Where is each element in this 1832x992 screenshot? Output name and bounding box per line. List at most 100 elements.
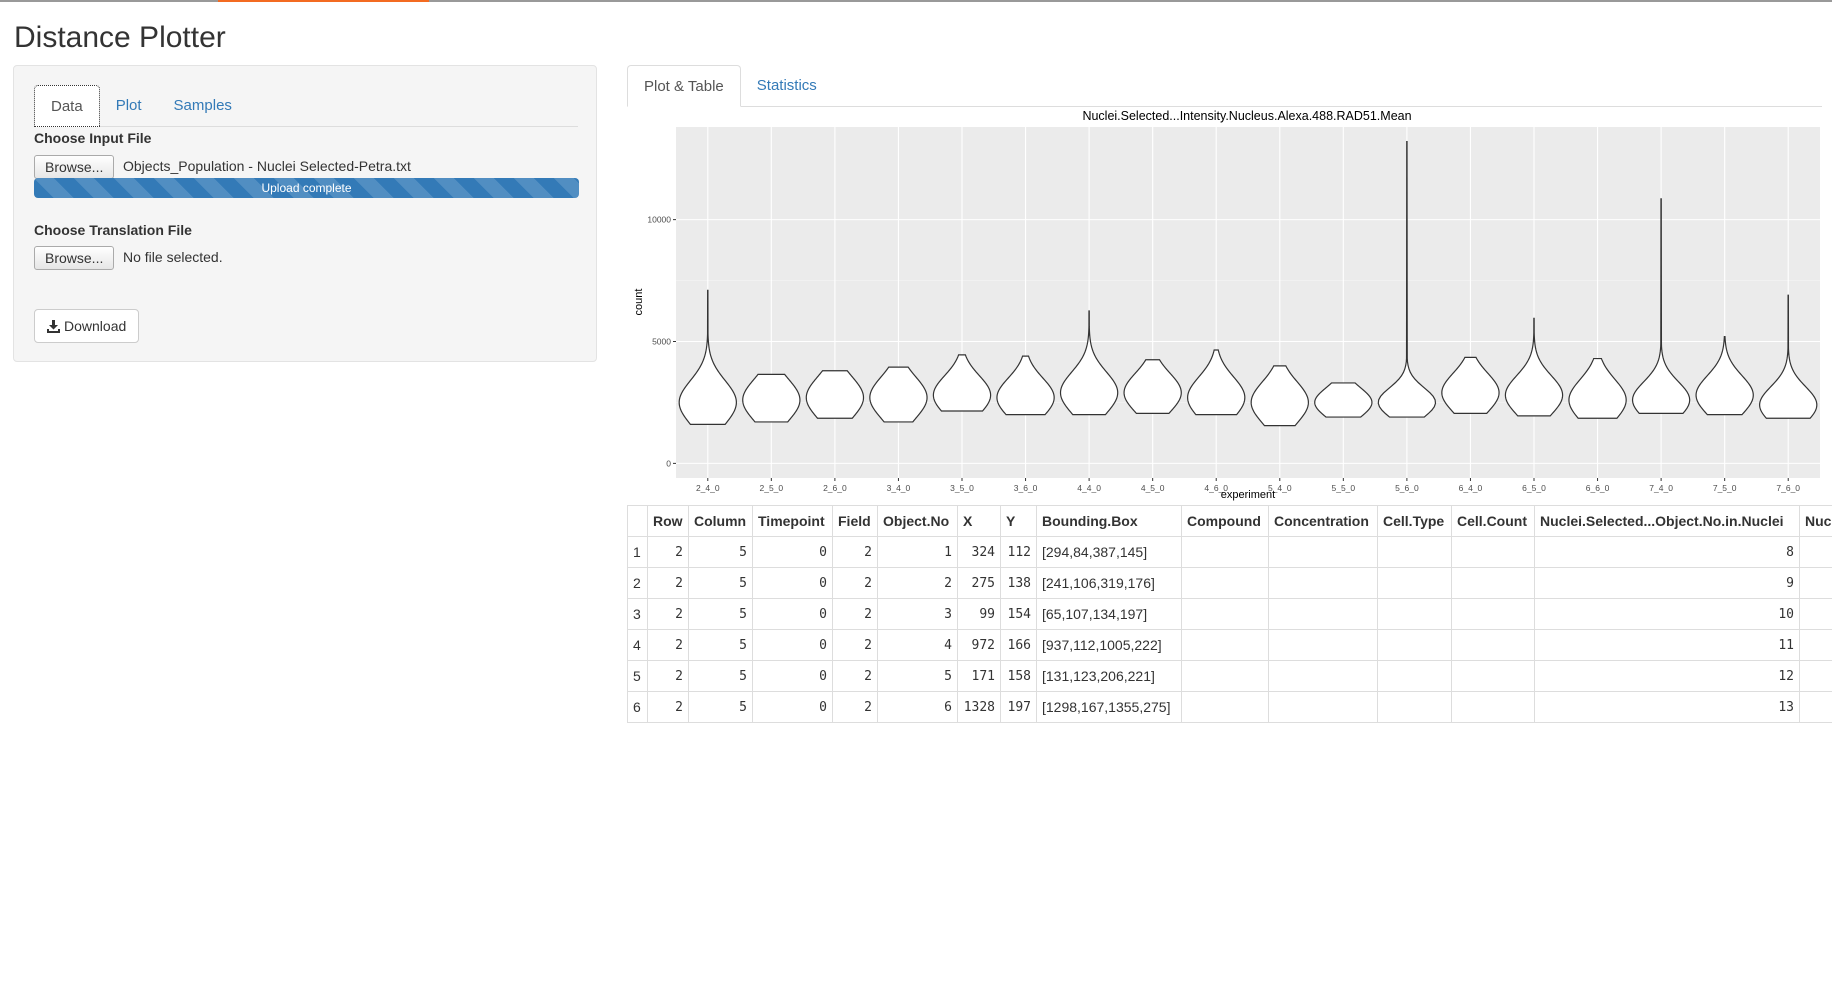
x-tick-label: 5_6_0 (1395, 483, 1419, 493)
x-tick-label: 5_5_0 (1332, 483, 1356, 493)
table-cell: 324 (957, 536, 1001, 568)
data-table-container: Row Column Timepoint Field Object.No X Y Boundi… (627, 505, 1832, 725)
column-header[interactable]: Timepoint (752, 505, 833, 537)
table-cell: 2 (647, 536, 689, 568)
table-cell: 4 (877, 629, 958, 661)
table-cell (1451, 567, 1535, 599)
table-cell: 1 (627, 536, 648, 568)
column-header[interactable]: Object.No (877, 505, 958, 537)
table-row[interactable]: 3 2 5 0 2 3 99 154 [65,107,134,197] 10 (627, 598, 1832, 630)
table-cell (1799, 598, 1832, 630)
table-row[interactable]: 2 2 5 0 2 2 275 138 [241,106,319,176] 9 (627, 567, 1832, 599)
table-cell: 6 (627, 691, 648, 723)
table-cell: 8 (1534, 536, 1800, 568)
column-header[interactable]: Concentration (1268, 505, 1378, 537)
table-cell (1451, 691, 1535, 723)
table-cell: 5 (688, 691, 753, 723)
column-header[interactable]: Cell.Type (1377, 505, 1452, 537)
table-cell: 275 (957, 567, 1001, 599)
table-cell: 12 (1534, 660, 1800, 692)
input-browse-button[interactable]: Browse... (34, 155, 115, 179)
x-tick-label: 4_4_0 (1077, 483, 1101, 493)
column-header[interactable]: Nuclei.Selected...Object.No.in.Nuclei (1534, 505, 1800, 537)
x-tick-label: 2_6_0 (823, 483, 847, 493)
translation-browse-button[interactable]: Browse... (34, 246, 115, 270)
table-cell: 2 (647, 567, 689, 599)
table-cell: [937,112,1005,222] (1036, 629, 1182, 661)
table-cell (1268, 567, 1378, 599)
tab-plot[interactable]: Plot (100, 85, 158, 126)
table-cell (1181, 691, 1269, 723)
input-filename: Objects_Population - Nuclei Selected-Pet… (123, 158, 411, 174)
table-row[interactable]: 6 2 5 0 2 6 1328 197 [1298,167,1355,275] 13 (627, 691, 1832, 723)
table-body: 1 2 5 0 2 1 324 112 [294,84,387,145] 8 2 2 5 0 2 2 275 13… (627, 536, 1832, 723)
download-label: Download (64, 318, 127, 334)
download-icon (47, 319, 60, 333)
column-header[interactable]: Row (647, 505, 689, 537)
table-cell (1451, 598, 1535, 630)
y-tick-label: 0 (666, 458, 671, 468)
table-cell: 0 (752, 691, 833, 723)
table-header-row: Row Column Timepoint Field Object.No X Y Boundi… (627, 505, 1832, 537)
table-cell: 112 (1000, 536, 1037, 568)
table-cell: 2 (832, 691, 878, 723)
table-cell (1377, 536, 1452, 568)
table-cell: 171 (957, 660, 1001, 692)
table-cell: 3 (877, 598, 958, 630)
column-header[interactable]: X (957, 505, 1001, 537)
column-header[interactable]: Y (1000, 505, 1037, 537)
table-cell: 0 (752, 660, 833, 692)
table-cell (1799, 660, 1832, 692)
table-cell (1181, 598, 1269, 630)
table-row[interactable]: 1 2 5 0 2 1 324 112 [294,84,387,145] 8 (627, 536, 1832, 568)
table-cell: 2 (877, 567, 958, 599)
table-cell (1268, 598, 1378, 630)
x-tick-label: 7_6_0 (1776, 483, 1800, 493)
column-header[interactable]: Nucle (1799, 505, 1832, 537)
table-cell: 11 (1534, 629, 1800, 661)
column-header[interactable]: Field (832, 505, 878, 537)
download-button[interactable]: Download (34, 309, 140, 343)
tab-data[interactable]: Data (34, 85, 100, 127)
table-cell (1377, 629, 1452, 661)
table-row[interactable]: 4 2 5 0 2 4 972 166 [937,112,1005,222] 11 (627, 629, 1832, 661)
column-header[interactable]: Cell.Count (1451, 505, 1535, 537)
y-tick-label: 10000 (647, 215, 671, 225)
table-cell (1181, 536, 1269, 568)
column-header[interactable] (627, 505, 648, 537)
x-tick-label: 3_6_0 (1014, 483, 1038, 493)
table-cell: 5 (688, 536, 753, 568)
tab-plot-table[interactable]: Plot & Table (627, 65, 741, 107)
x-tick-label: 7_4_0 (1649, 483, 1673, 493)
table-cell (1268, 691, 1378, 723)
plot-panel (676, 127, 1820, 478)
table-cell (1268, 629, 1378, 661)
table-cell: [1298,167,1355,275] (1036, 691, 1182, 723)
tab-samples[interactable]: Samples (158, 85, 248, 126)
column-header[interactable]: Bounding.Box (1036, 505, 1182, 537)
table-cell (1181, 629, 1269, 661)
column-header[interactable]: Compound (1181, 505, 1269, 537)
table-cell: 2 (647, 598, 689, 630)
table-cell: 10 (1534, 598, 1800, 630)
table-row[interactable]: 5 2 5 0 2 5 171 158 [131,123,206,221] 12 (627, 660, 1832, 692)
table-cell: 5 (688, 567, 753, 599)
table-cell (1377, 598, 1452, 630)
table-cell: 166 (1000, 629, 1037, 661)
violin-plot: Nuclei.Selected...Intensity.Nucleus.Alex… (633, 109, 1820, 501)
table-cell: [241,106,319,176] (1036, 567, 1182, 599)
left-tabset: Data Plot Samples (34, 85, 578, 127)
sidebar-panel: Data Plot Samples Choose Input File Brow… (13, 65, 597, 362)
x-tick-label: 7_5_0 (1713, 483, 1737, 493)
page-loading-indicator (218, 0, 429, 2)
upload-progress-bar: Upload complete (34, 178, 579, 198)
table-cell: 1328 (957, 691, 1001, 723)
x-tick-label: 2_5_0 (760, 483, 784, 493)
table-cell: [131,123,206,221] (1036, 660, 1182, 692)
column-header[interactable]: Column (688, 505, 753, 537)
table-cell (1799, 536, 1832, 568)
tab-statistics[interactable]: Statistics (741, 65, 833, 106)
table-cell (1268, 536, 1378, 568)
table-cell: 154 (1000, 598, 1037, 630)
x-axis-title: experiment (1221, 489, 1275, 501)
